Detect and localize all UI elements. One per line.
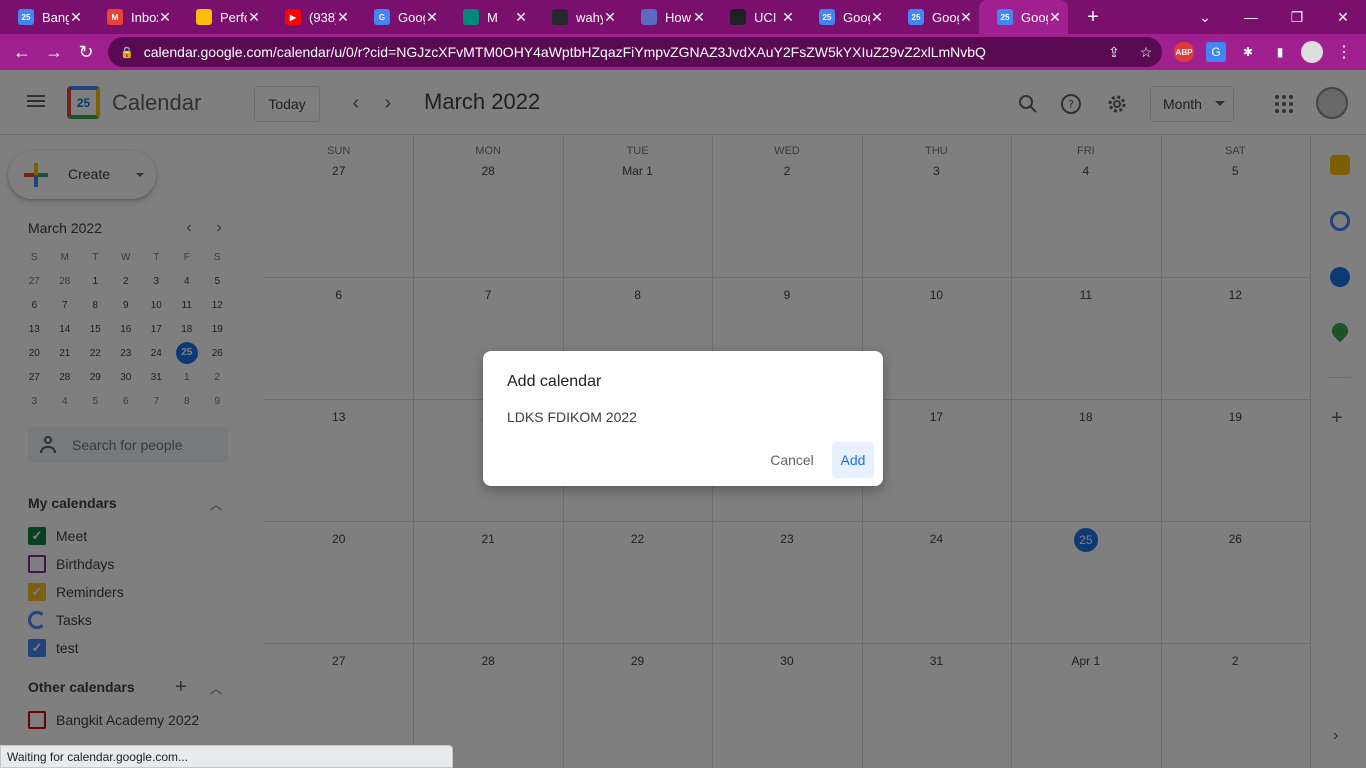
add-button[interactable]: Add	[832, 442, 874, 478]
tab-favicon-icon: G	[374, 9, 390, 25]
tab-favicon-icon	[641, 9, 657, 25]
browser-tab[interactable]: wahy✕	[534, 0, 623, 34]
browser-tab[interactable]: M ✕	[445, 0, 534, 34]
tab-favicon-icon: 25	[908, 9, 924, 25]
adblock-extension-icon[interactable]: ABP	[1174, 42, 1194, 62]
translate-extension-icon[interactable]: G	[1206, 42, 1226, 62]
dialog-calendar-name: LDKS FDIKOM 2022	[507, 409, 637, 425]
tab-close-icon[interactable]: ✕	[425, 9, 439, 26]
profile-avatar-icon[interactable]	[1301, 41, 1323, 63]
tab-close-icon[interactable]: ✕	[247, 9, 261, 26]
tab-close-icon[interactable]: ✕	[158, 9, 172, 26]
tab-favicon-icon	[730, 9, 746, 25]
new-tab-icon[interactable]: +	[1078, 6, 1108, 29]
tab-favicon-icon: ▶	[285, 9, 301, 25]
browser-tab[interactable]: 25 Goog✕	[801, 0, 890, 34]
url-text: calendar.google.com/calendar/u/0/r?cid=N…	[143, 44, 986, 60]
tab-close-icon[interactable]: ✕	[69, 9, 83, 26]
tab-close-icon[interactable]: ✕	[692, 9, 706, 26]
browser-tab[interactable]: G Goog✕	[356, 0, 445, 34]
browser-tab[interactable]: How ✕	[623, 0, 712, 34]
tab-title: Goog	[843, 9, 870, 25]
browser-tab[interactable]: 25 Goog✕	[890, 0, 979, 34]
tab-favicon-icon	[196, 9, 212, 25]
forward-icon[interactable]: →	[38, 36, 70, 68]
bookmark-star-icon[interactable]: ☆	[1130, 44, 1162, 61]
browser-toolbar: ← → ↻ 🔒 calendar.google.com/calendar/u/0…	[0, 34, 1366, 70]
tab-favicon-icon: 25	[819, 9, 835, 25]
browser-tab[interactable]: Perfo✕	[178, 0, 267, 34]
tab-favicon-icon: 25	[997, 9, 1013, 25]
adblock-label: ABP	[1175, 47, 1193, 57]
tab-title: wahy	[576, 9, 603, 25]
browser-tab[interactable]: M Inbox✕	[89, 0, 178, 34]
tab-close-icon[interactable]: ✕	[336, 9, 350, 26]
close-window-icon[interactable]: ✕	[1320, 0, 1366, 34]
lock-icon: 🔒	[120, 46, 134, 59]
tab-close-icon[interactable]: ✕	[1048, 9, 1062, 26]
tab-close-icon[interactable]: ✕	[514, 9, 528, 26]
tab-title: UCI I	[754, 9, 781, 25]
browser-tab[interactable]: 25 Bang ✕	[0, 0, 89, 34]
restore-icon[interactable]: ❐	[1274, 0, 1320, 34]
tab-title: (938)	[309, 9, 336, 25]
tab-close-icon[interactable]: ✕	[870, 9, 884, 26]
tab-title: Perfo	[220, 9, 247, 25]
reload-icon[interactable]: ↻	[70, 36, 102, 68]
browser-tab-strip: 25Bang✕MInbox✕Perfo✕▶(938)✕GGoog✕M✕wahy✕…	[0, 0, 1366, 34]
browser-tab[interactable]: UCI I ✕	[712, 0, 801, 34]
cancel-button[interactable]: Cancel	[760, 442, 824, 478]
add-calendar-dialog: Add calendar LDKS FDIKOM 2022 Cancel Add	[483, 351, 883, 486]
side-panel-icon[interactable]: ▮	[1270, 42, 1290, 62]
browser-tab[interactable]: 25 Goog✕	[979, 0, 1068, 34]
tab-title: How	[665, 9, 692, 25]
tab-title: Bang	[42, 9, 69, 25]
tab-title: Goog	[398, 9, 425, 25]
extensions-puzzle-icon[interactable]: ✱	[1238, 42, 1258, 62]
tab-close-icon[interactable]: ✕	[959, 9, 973, 26]
tab-favicon-icon: M	[107, 9, 123, 25]
tab-search-icon[interactable]: ⌄	[1182, 0, 1228, 34]
status-bar: Waiting for calendar.google.com...	[0, 745, 453, 768]
tab-close-icon[interactable]: ✕	[603, 9, 617, 26]
tab-favicon-icon: 25	[18, 9, 34, 25]
tab-title: Goog	[932, 9, 959, 25]
tab-title: M	[487, 9, 498, 25]
tab-title: Goog	[1021, 9, 1048, 25]
tab-title: Inbox	[131, 9, 158, 25]
address-bar[interactable]: 🔒 calendar.google.com/calendar/u/0/r?cid…	[108, 37, 1162, 67]
tab-close-icon[interactable]: ✕	[781, 9, 795, 26]
tab-favicon-icon	[552, 9, 568, 25]
back-icon[interactable]: ←	[6, 36, 38, 68]
browser-menu-icon[interactable]: ⋮	[1334, 42, 1354, 62]
minimize-icon[interactable]: —	[1228, 0, 1274, 34]
share-icon[interactable]: ⇪	[1098, 44, 1130, 61]
dialog-title: Add calendar	[507, 373, 602, 390]
tab-favicon-icon	[463, 9, 479, 25]
browser-tab[interactable]: ▶ (938)✕	[267, 0, 356, 34]
